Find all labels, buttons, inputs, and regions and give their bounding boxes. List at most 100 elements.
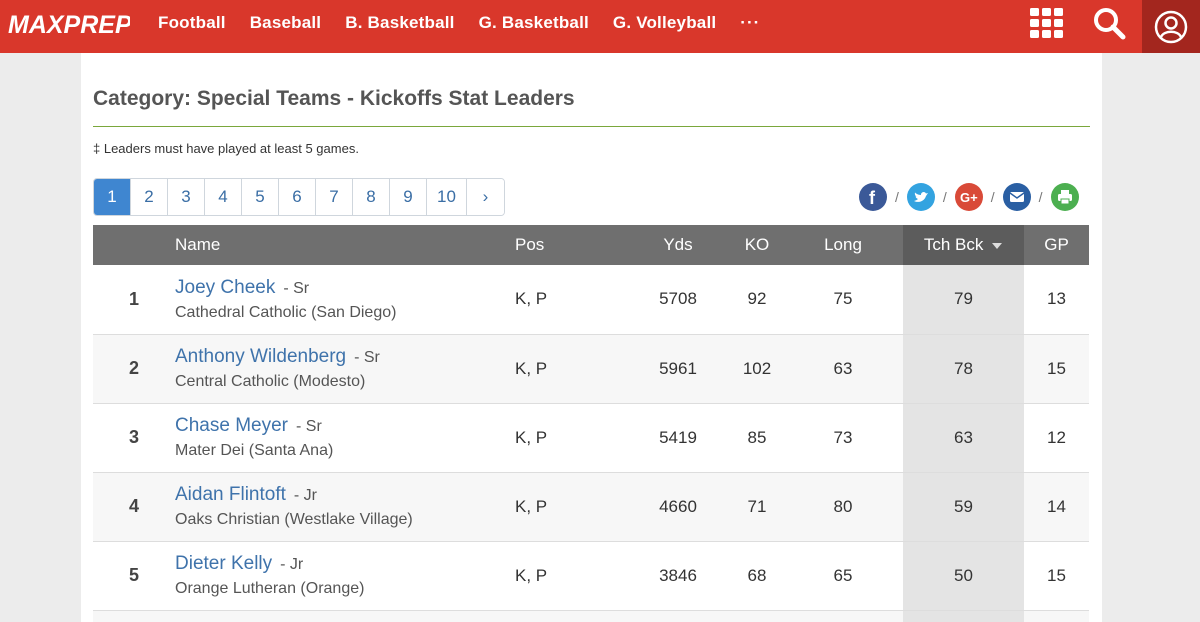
gp-cell: 13 [1024,265,1089,335]
yds-cell: 5419 [625,403,731,473]
player-school: Cathedral Catholic (San Diego) [175,303,397,321]
top-nav-bar: MAXPREPS Football Baseball B. Basketball… [0,0,1200,53]
player-cell: Aidan Flintoft - Jr Oaks Christian (Westl… [175,472,515,542]
col-ko-header[interactable]: KO [731,225,783,265]
col-yds-header[interactable]: Yds [625,225,731,265]
col-rank-header [93,225,175,265]
title-divider [93,126,1090,127]
print-icon[interactable] [1050,183,1079,211]
col-long-header[interactable]: Long [783,225,903,265]
page-8-button[interactable]: 8 [353,179,390,215]
tchbck-cell: 79 [903,265,1024,335]
player-name-link[interactable]: Anthony Wildenberg [175,346,346,367]
page-2-button[interactable]: 2 [131,179,168,215]
share-separator: / [942,189,947,205]
col-name-header[interactable]: Name [175,225,515,265]
player-school: Mater Dei (Santa Ana) [175,442,334,459]
sort-desc-icon [992,242,1003,249]
maxpreps-logo[interactable]: MAXPREPS [6,6,130,42]
player-year: - Sr [296,418,322,435]
svg-text:G+: G+ [960,190,978,205]
twitter-icon[interactable] [906,183,935,211]
empty-cell [515,610,625,622]
page-3-button[interactable]: 3 [168,179,205,215]
next-page-button[interactable]: › [466,179,504,215]
empty-cell [625,610,731,622]
empty-cell [175,610,515,622]
col-name-label: Name [175,235,221,254]
player-school: Central Catholic (Modesto) [175,373,366,390]
rank-cell: 2 [93,334,175,404]
player-cell: Chase Meyer - Sr Mater Dei (Santa Ana) [175,403,515,473]
nav-boys-basketball[interactable]: B. Basketball [333,13,466,33]
tchbck-cell: 50 [903,541,1024,611]
col-tchbck-label: Tch Bck [923,235,984,254]
col-long-label: Long [824,235,862,254]
empty-cell [783,610,903,622]
page-title: Category: Special Teams - Kickoffs Stat … [93,87,575,110]
gp-cell: 15 [1024,334,1089,404]
table-row: 3 Chase Meyer - Sr Mater Dei (Santa Ana) … [93,403,1089,473]
apps-grid-icon[interactable] [1030,8,1064,38]
page-4-button[interactable]: 4 [205,179,242,215]
page-1-button[interactable]: 1 [94,179,131,215]
pos-cell: K, P [515,541,625,611]
rank-cell: 1 [93,265,175,335]
player-year: - Jr [280,556,304,573]
yds-cell: 5708 [625,265,731,335]
nav-baseball[interactable]: Baseball [238,13,334,33]
share-separator: / [1038,189,1043,205]
player-school: Orange Lutheran (Orange) [175,580,365,597]
google-plus-icon[interactable]: G+ [954,183,983,211]
long-cell: 73 [783,403,903,473]
rank-cell: 3 [93,403,175,473]
table-row: 1 Joey Cheek - Sr Cathedral Catholic (San… [93,265,1089,335]
content-card: Category: Special Teams - Kickoffs Stat … [81,53,1102,622]
share-bar: f / / G+ / / [859,182,1079,212]
nav-girls-basketball[interactable]: G. Basketball [467,13,601,33]
search-icon[interactable] [1092,6,1126,40]
col-yds-label: Yds [663,235,693,254]
yds-cell: 3846 [625,541,731,611]
pos-cell: K, P [515,334,625,404]
pos-cell: K, P [515,403,625,473]
user-icon [1154,10,1188,43]
player-cell: Dieter Kelly - Jr Orange Lutheran (Orange… [175,541,515,611]
ko-cell: 85 [731,403,783,473]
player-name-link[interactable]: Joey Cheek [175,277,275,298]
nav-football[interactable]: Football [146,13,238,33]
col-gp-label: GP [1044,235,1069,254]
player-name-link[interactable]: Aidan Flintoft [175,484,286,505]
nav-more-button[interactable]: ··· [728,13,772,33]
player-name-link[interactable]: Chase Meyer [175,415,288,436]
email-icon[interactable] [1002,183,1031,211]
long-cell: 65 [783,541,903,611]
col-tchbck-header[interactable]: Tch Bck [903,225,1024,265]
table-row: 2 Anthony Wildenberg - Sr Central Catholi… [93,334,1089,404]
page-6-button[interactable]: 6 [279,179,316,215]
rank-cell: 4 [93,472,175,542]
ko-cell: 102 [731,334,783,404]
empty-cell [731,610,783,622]
page-9-button[interactable]: 9 [390,179,427,215]
share-separator: / [895,189,899,205]
col-pos-header[interactable]: Pos [515,225,625,265]
gp-cell: 12 [1024,403,1089,473]
facebook-icon[interactable]: f [859,183,887,211]
user-account-button[interactable] [1142,0,1200,53]
pos-cell: K, P [515,265,625,335]
long-cell: 75 [783,265,903,335]
player-year: - Sr [354,349,380,366]
col-gp-header[interactable]: GP [1024,225,1089,265]
nav-girls-volleyball[interactable]: G. Volleyball [601,13,728,33]
page-10-button[interactable]: 10 [427,179,467,215]
yds-cell: 5961 [625,334,731,404]
pos-cell: K, P [515,472,625,542]
gp-cell: 15 [1024,541,1089,611]
tchbck-cell: 59 [903,472,1024,542]
page-5-button[interactable]: 5 [242,179,279,215]
ko-cell: 68 [731,541,783,611]
player-name-link[interactable]: Dieter Kelly [175,553,272,574]
page-7-button[interactable]: 7 [316,179,353,215]
col-ko-label: KO [744,235,770,254]
